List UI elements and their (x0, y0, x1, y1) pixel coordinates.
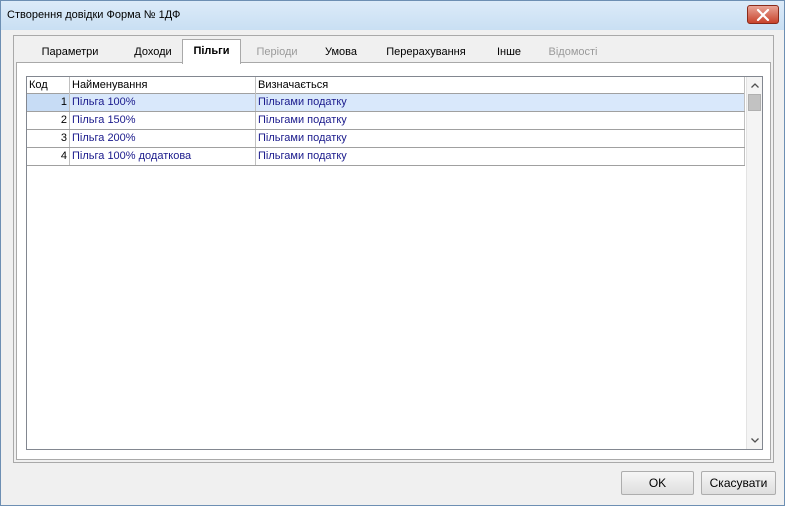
tab-parametry[interactable]: Параметри (30, 43, 110, 63)
table-row[interactable]: 3 Пільга 200% Пільгами податку (27, 130, 745, 148)
tab-panel-pilhy: Код Найменування Визначається 1 Пільга 1… (16, 62, 771, 460)
grid-header: Код Найменування Визначається (27, 77, 745, 94)
window-title: Створення довідки Форма № 1ДФ (7, 9, 181, 21)
cell-code: 4 (27, 148, 70, 165)
ok-button[interactable]: OK (621, 471, 694, 495)
cell-code: 3 (27, 130, 70, 147)
close-button[interactable] (747, 5, 779, 24)
tab-umova[interactable]: Умова (316, 43, 366, 63)
column-header-determined[interactable]: Визначається (256, 77, 745, 94)
chevron-down-icon (751, 438, 759, 443)
tab-pilhy[interactable]: Пільги (182, 39, 241, 64)
table-row[interactable]: 4 Пільга 100% додаткова Пільгами податку (27, 148, 745, 166)
tab-dokhody[interactable]: Доходи (119, 43, 187, 63)
close-icon (756, 8, 770, 21)
table-row[interactable]: 2 Пільга 150% Пільгами податку (27, 112, 745, 130)
tab-vidomosti: Відомості (548, 46, 598, 58)
table-row[interactable]: 1 Пільга 100% Пільгами податку (27, 94, 745, 112)
column-header-name[interactable]: Найменування (70, 77, 256, 94)
column-header-code[interactable]: Код (27, 77, 70, 94)
tab-periody: Періоди (256, 46, 298, 58)
cell-name: Пільга 150% (70, 112, 256, 129)
cell-code: 2 (27, 112, 70, 129)
cell-name: Пільга 100% (70, 94, 256, 111)
cell-name: Пільга 100% додаткова (70, 148, 256, 165)
scroll-down-button[interactable] (747, 432, 763, 449)
cell-determined: Пільгами податку (256, 148, 745, 165)
cell-name: Пільга 200% (70, 130, 256, 147)
cancel-button[interactable]: Скасувати (701, 471, 776, 495)
cell-determined: Пільгами податку (256, 112, 745, 129)
dialog-window: Створення довідки Форма № 1ДФ Параметри … (0, 0, 785, 506)
tab-container: Параметри Доходи Пільги Періоди Умова Пе… (13, 35, 774, 463)
cell-code: 1 (27, 94, 70, 111)
vertical-scrollbar[interactable] (746, 77, 762, 449)
tab-pererakhuvannia[interactable]: Перерахування (377, 43, 475, 63)
tab-inshe[interactable]: Інше (487, 43, 531, 63)
cell-determined: Пільгами податку (256, 94, 745, 111)
benefits-grid[interactable]: Код Найменування Визначається 1 Пільга 1… (26, 76, 763, 450)
grid-body: 1 Пільга 100% Пільгами податку 2 Пільга … (27, 94, 745, 166)
tab-strip: Параметри Доходи Пільги Періоди Умова Пе… (16, 39, 771, 64)
scroll-thumb[interactable] (748, 94, 761, 111)
dialog-client: Параметри Доходи Пільги Періоди Умова Пе… (4, 30, 781, 504)
chevron-up-icon (751, 83, 759, 88)
scroll-up-button[interactable] (747, 77, 763, 94)
cell-determined: Пільгами податку (256, 130, 745, 147)
title-bar[interactable]: Створення довідки Форма № 1ДФ (1, 1, 784, 30)
